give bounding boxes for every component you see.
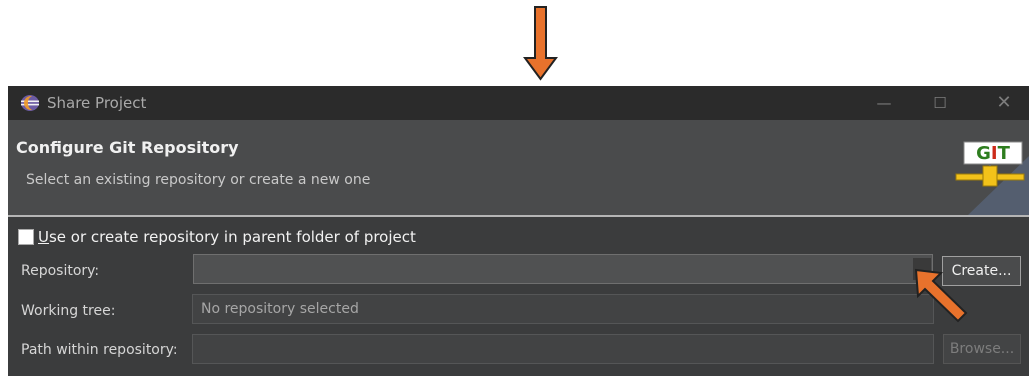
share-project-dialog: Share Project — ☐ ✕ Configure Git Reposi… <box>8 86 1029 376</box>
wizard-banner: Configure Git Repository Select an exist… <box>8 120 1029 217</box>
browse-button[interactable]: Browse... <box>943 334 1021 364</box>
git-logo: GIT <box>955 141 1029 215</box>
eclipse-icon <box>21 95 39 111</box>
page-title: Configure Git Repository <box>16 138 239 157</box>
working-tree-field: No repository selected <box>192 294 934 324</box>
page-description: Select an existing repository or create … <box>26 172 371 188</box>
minimize-button[interactable]: — <box>864 90 904 116</box>
close-button[interactable]: ✕ <box>984 90 1024 116</box>
maximize-button[interactable]: ☐ <box>920 90 960 116</box>
path-within-repository-field[interactable] <box>192 334 934 364</box>
pointer-arrow-annotation <box>914 268 968 323</box>
use-parent-folder-label: Use or create repository in parent folde… <box>38 228 416 246</box>
svg-text:GIT: GIT <box>976 143 1010 164</box>
titlebar: Share Project — ☐ ✕ <box>8 86 1029 120</box>
window-title: Share Project <box>47 94 147 112</box>
repository-combo[interactable]: ⌄ <box>193 254 933 284</box>
use-parent-folder-checkbox[interactable] <box>18 229 34 245</box>
down-arrow-annotation <box>523 6 558 81</box>
path-within-repository-label: Path within repository: <box>21 342 178 358</box>
repository-label: Repository: <box>21 263 100 279</box>
working-tree-label: Working tree: <box>21 303 116 319</box>
